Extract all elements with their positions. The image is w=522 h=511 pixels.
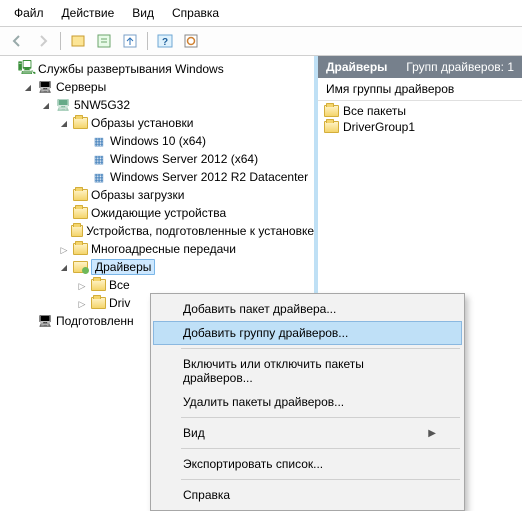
export-button[interactable] bbox=[119, 30, 141, 52]
toggle-icon[interactable] bbox=[58, 260, 70, 274]
menu-file[interactable]: Файл bbox=[14, 6, 44, 20]
toggle-icon[interactable] bbox=[22, 80, 34, 94]
tree-image-win10[interactable]: ▦Windows 10 (x64) bbox=[76, 132, 314, 150]
list-header-count: Групп драйверов: 1 bbox=[406, 60, 514, 74]
list-item[interactable]: DriverGroup1 bbox=[322, 119, 518, 135]
context-menu-separator bbox=[181, 479, 460, 480]
add-button[interactable] bbox=[67, 30, 89, 52]
cm-add-driver-package[interactable]: Добавить пакет драйвера... bbox=[153, 297, 462, 321]
tree-prestaged[interactable]: Устройства, подготовленные к установке bbox=[58, 222, 314, 240]
tree-servers-label: Серверы bbox=[56, 80, 106, 94]
list-header-title: Драйверы bbox=[326, 60, 387, 74]
folder-icon bbox=[91, 279, 106, 291]
cm-enable-disable[interactable]: Включить или отключить пакеты драйверов.… bbox=[153, 352, 462, 390]
tree-label: Подготовленн bbox=[56, 314, 134, 328]
cm-export-list[interactable]: Экспортировать список... bbox=[153, 452, 462, 476]
help-button[interactable]: ? bbox=[154, 30, 176, 52]
tree-label: Все bbox=[109, 278, 130, 292]
tree-drivers-label: Драйверы bbox=[91, 259, 155, 275]
toggle-icon[interactable] bbox=[58, 243, 70, 256]
toolbar-separator bbox=[147, 32, 148, 50]
image-icon: ▦ bbox=[91, 151, 107, 167]
tree-label: Windows Server 2012 R2 Datacenter bbox=[110, 170, 308, 184]
list-item-label: Все пакеты bbox=[343, 104, 406, 118]
toolbar: ? bbox=[0, 26, 522, 56]
folder-icon bbox=[73, 243, 88, 255]
svg-text:?: ? bbox=[162, 37, 168, 48]
list-header: Драйверы Групп драйверов: 1 bbox=[318, 56, 522, 78]
tree-drivers[interactable]: Драйверы bbox=[58, 258, 314, 276]
tree-label: Ожидающие устройства bbox=[91, 206, 226, 220]
tree-label: Устройства, подготовленные к установке bbox=[86, 224, 314, 238]
cm-delete-packages[interactable]: Удалить пакеты драйверов... bbox=[153, 390, 462, 414]
cm-help[interactable]: Справка bbox=[153, 483, 462, 507]
toggle-icon[interactable] bbox=[40, 98, 52, 112]
tree-multicast[interactable]: Многоадресные передачи bbox=[58, 240, 314, 258]
tree-boot-images[interactable]: Образы загрузки bbox=[58, 186, 314, 204]
menu-action[interactable]: Действие bbox=[62, 6, 115, 20]
submenu-arrow-icon: ▶ bbox=[428, 428, 436, 439]
context-menu-separator bbox=[181, 448, 460, 449]
context-menu-separator bbox=[181, 348, 460, 349]
server-icon: 🖥 bbox=[55, 97, 71, 113]
column-header-name[interactable]: Имя группы драйверов bbox=[318, 78, 522, 101]
tree-server[interactable]: 🖥 5NW5G32 bbox=[40, 96, 314, 114]
tree-install-images[interactable]: Образы установки bbox=[58, 114, 314, 132]
forward-button[interactable] bbox=[32, 30, 54, 52]
menu-view[interactable]: Вид bbox=[132, 6, 154, 20]
toolbar-separator bbox=[60, 32, 61, 50]
tree-image-ws2012r2[interactable]: ▦Windows Server 2012 R2 Datacenter bbox=[76, 168, 314, 186]
tree-server-label: 5NW5G32 bbox=[74, 98, 130, 112]
context-menu: Добавить пакет драйвера... Добавить груп… bbox=[150, 293, 465, 511]
prepared-icon: 🖥 bbox=[37, 313, 53, 329]
tree-root-label: Службы развертывания Windows bbox=[38, 62, 224, 76]
drivers-icon bbox=[73, 261, 88, 273]
servers-icon: 🖥 bbox=[37, 79, 53, 95]
list-item[interactable]: Все пакеты bbox=[322, 103, 518, 119]
list-item-label: DriverGroup1 bbox=[343, 120, 415, 134]
folder-icon bbox=[71, 225, 84, 237]
tree-install-images-label: Образы установки bbox=[91, 116, 193, 130]
folder-icon bbox=[91, 297, 106, 309]
cm-add-driver-group[interactable]: Добавить группу драйверов... bbox=[153, 321, 462, 345]
menu-help[interactable]: Справка bbox=[172, 6, 219, 20]
folder-icon bbox=[324, 121, 339, 133]
list-body: Все пакеты DriverGroup1 bbox=[318, 101, 522, 137]
tree-label: Образы загрузки bbox=[91, 188, 184, 202]
tree-label: Driv bbox=[109, 296, 130, 310]
tree-pending-devices[interactable]: Ожидающие устройства bbox=[58, 204, 314, 222]
tree-image-ws2012[interactable]: ▦Windows Server 2012 (x64) bbox=[76, 150, 314, 168]
folder-icon bbox=[73, 117, 88, 129]
tree-root[interactable]: 🖳 Службы развертывания Windows bbox=[4, 60, 314, 78]
back-button[interactable] bbox=[6, 30, 28, 52]
cm-view[interactable]: Вид▶ bbox=[153, 421, 462, 445]
refresh-button[interactable] bbox=[180, 30, 202, 52]
tree-all-drivers[interactable]: Все bbox=[76, 276, 314, 294]
tree-label: Windows 10 (x64) bbox=[110, 134, 206, 148]
toggle-icon[interactable] bbox=[76, 297, 88, 310]
wds-icon: 🖳 bbox=[19, 61, 35, 77]
folder-icon bbox=[73, 207, 88, 219]
properties-button[interactable] bbox=[93, 30, 115, 52]
context-menu-separator bbox=[181, 417, 460, 418]
folder-icon bbox=[73, 189, 88, 201]
image-icon: ▦ bbox=[91, 169, 107, 185]
tree-servers[interactable]: 🖥 Серверы bbox=[22, 78, 314, 96]
tree-label: Многоадресные передачи bbox=[91, 242, 236, 256]
toggle-icon[interactable] bbox=[76, 279, 88, 292]
toggle-icon[interactable] bbox=[58, 116, 70, 130]
menubar: Файл Действие Вид Справка bbox=[0, 0, 522, 26]
tree-label: Windows Server 2012 (x64) bbox=[110, 152, 258, 166]
folder-icon bbox=[324, 105, 339, 117]
image-icon: ▦ bbox=[91, 133, 107, 149]
